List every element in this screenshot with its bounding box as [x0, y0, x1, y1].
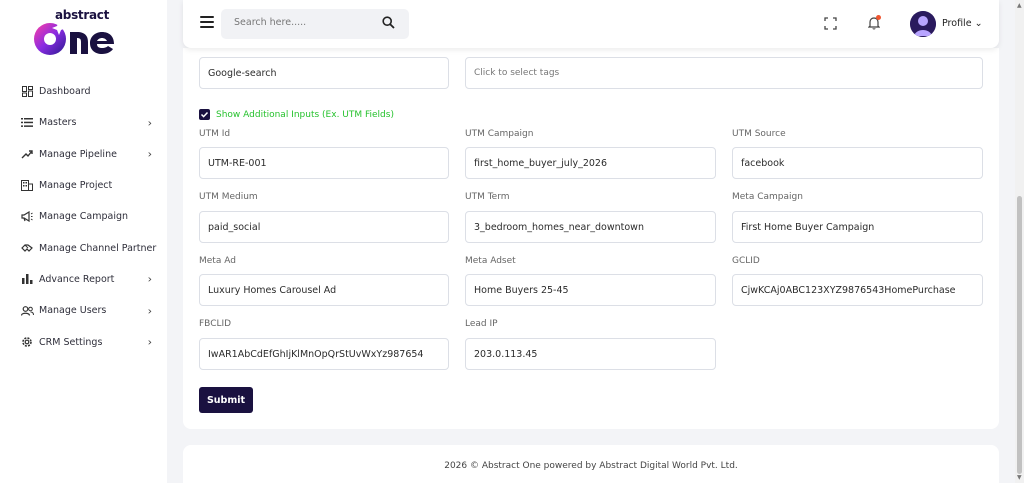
sidebar: abstract Dashboard Masters › Manage Pipe… — [0, 0, 167, 483]
sidebar-item-manage-users[interactable]: Manage Users › — [0, 295, 167, 326]
bar-chart-icon — [20, 273, 34, 285]
utm-medium-value: paid_social — [208, 221, 261, 233]
utm-campaign-field[interactable]: first_home_buyer_july_2026 — [465, 147, 716, 179]
utm-medium-field[interactable]: paid_social — [199, 211, 449, 243]
scrollbar-thumb[interactable] — [1017, 196, 1022, 474]
footer-copyright: 2026 © Abstract One powered by Abstract … — [444, 461, 738, 471]
notification-bell-icon[interactable] — [867, 15, 881, 33]
submit-button[interactable]: Submit — [199, 387, 253, 413]
notification-dot — [876, 15, 881, 20]
utm-campaign-label: UTM Campaign — [465, 129, 534, 139]
chevron-right-icon: › — [147, 304, 152, 318]
gear-icon — [20, 336, 34, 348]
sidebar-item-crm-settings[interactable]: CRM Settings › — [0, 326, 167, 357]
sidebar-item-label: CRM Settings — [39, 336, 103, 348]
tags-select[interactable]: Click to select tags — [465, 57, 983, 89]
meta-adset-value: Home Buyers 25-45 — [474, 284, 569, 296]
handshake-icon — [20, 242, 34, 254]
meta-adset-field[interactable]: Home Buyers 25-45 — [465, 274, 716, 306]
utm-source-label: UTM Source — [732, 129, 786, 139]
meta-campaign-label: Meta Campaign — [732, 192, 803, 202]
scroll-up-arrow-icon[interactable]: ▲ — [1017, 2, 1022, 9]
fullscreen-icon[interactable] — [824, 17, 837, 33]
show-additional-inputs-checkbox[interactable] — [199, 109, 210, 120]
sidebar-item-label: Dashboard — [39, 86, 91, 98]
brand-logo[interactable]: abstract — [30, 8, 136, 60]
avatar[interactable] — [910, 11, 936, 37]
lead-ip-field[interactable]: 203.0.113.45 — [465, 338, 716, 370]
pipeline-icon — [20, 148, 34, 160]
sidebar-item-label: Masters — [39, 117, 77, 129]
utm-campaign-value: first_home_buyer_july_2026 — [474, 157, 608, 169]
gclid-label: GCLID — [732, 256, 760, 266]
utm-term-field[interactable]: 3_bedroom_homes_near_downtown — [465, 211, 716, 243]
source-value: Google-search — [208, 67, 277, 79]
brand-logo-mark — [34, 21, 114, 55]
utm-id-value: UTM-RE-001 — [208, 157, 267, 169]
sidebar-item-label: Advance Report — [39, 273, 115, 285]
meta-campaign-field[interactable]: First Home Buyer Campaign — [732, 211, 983, 243]
megaphone-icon — [20, 211, 34, 223]
utm-source-field[interactable]: facebook — [732, 147, 983, 179]
page-scrollbar[interactable]: ▲ ▼ — [1015, 0, 1024, 483]
utm-term-value: 3_bedroom_homes_near_downtown — [474, 221, 644, 233]
sidebar-item-label: Manage Channel Partner — [39, 242, 157, 254]
scroll-down-arrow-icon[interactable]: ▼ — [1017, 474, 1022, 481]
sidebar-item-manage-channel-partner[interactable]: Manage Channel Partner — [0, 232, 167, 263]
sidebar-item-dashboard[interactable]: Dashboard — [0, 76, 167, 107]
users-icon — [20, 305, 34, 317]
sidebar-item-label: Manage Project — [39, 180, 113, 192]
fbclid-label: FBCLID — [199, 319, 232, 329]
search-box — [221, 9, 409, 39]
search-input[interactable] — [234, 17, 374, 28]
meta-ad-field[interactable]: Luxury Homes Carousel Ad — [199, 274, 449, 306]
chevron-right-icon: › — [147, 272, 152, 286]
source-field[interactable]: Google-search — [199, 57, 449, 89]
lead-form-card: Google-search Click to select tags Show … — [183, 48, 999, 429]
lead-ip-label: Lead IP — [465, 319, 498, 329]
sidebar-item-advance-report[interactable]: Advance Report › — [0, 264, 167, 295]
meta-adset-label: Meta Adset — [465, 256, 516, 266]
sidebar-item-manage-campaign[interactable]: Manage Campaign — [0, 201, 167, 232]
sidebar-item-label: Manage Pipeline — [39, 148, 117, 160]
building-icon — [20, 180, 34, 192]
chevron-right-icon: › — [147, 116, 152, 130]
top-bar: Profile ⌄ — [183, 0, 999, 48]
list-icon — [20, 117, 34, 129]
utm-term-label: UTM Term — [465, 192, 510, 202]
search-icon[interactable] — [382, 16, 395, 32]
meta-ad-value: Luxury Homes Carousel Ad — [208, 284, 337, 296]
profile-label: Profile — [942, 18, 972, 29]
sidebar-item-label: Manage Campaign — [39, 211, 129, 223]
dashboard-icon — [20, 86, 34, 98]
meta-campaign-value: First Home Buyer Campaign — [741, 221, 875, 233]
utm-medium-label: UTM Medium — [199, 192, 258, 202]
gclid-value: CjwKCAj0ABC123XYZ9876543HomePurchase — [741, 284, 956, 296]
fbclid-field[interactable]: IwAR1AbCdEfGhIjKlMnOpQrStUvWxYz987654 — [199, 338, 449, 370]
footer: 2026 © Abstract One powered by Abstract … — [183, 445, 999, 483]
fbclid-value: IwAR1AbCdEfGhIjKlMnOpQrStUvWxYz987654 — [208, 348, 424, 360]
lead-ip-value: 203.0.113.45 — [474, 348, 538, 360]
gclid-field[interactable]: CjwKCAj0ABC123XYZ9876543HomePurchase — [732, 274, 983, 306]
meta-ad-label: Meta Ad — [199, 256, 236, 266]
chevron-down-icon: ⌄ — [974, 18, 983, 29]
sidebar-nav: Dashboard Masters › Manage Pipeline › Ma… — [0, 76, 167, 358]
sidebar-item-manage-project[interactable]: Manage Project — [0, 170, 167, 201]
sidebar-item-label: Manage Users — [39, 305, 107, 317]
utm-source-value: facebook — [741, 157, 785, 169]
profile-menu[interactable]: Profile ⌄ — [942, 18, 983, 29]
chevron-right-icon: › — [147, 335, 152, 349]
hamburger-menu-icon[interactable] — [200, 16, 214, 28]
tags-placeholder: Click to select tags — [474, 68, 560, 78]
sidebar-item-masters[interactable]: Masters › — [0, 107, 167, 138]
utm-id-field[interactable]: UTM-RE-001 — [199, 147, 449, 179]
sidebar-item-manage-pipeline[interactable]: Manage Pipeline › — [0, 139, 167, 170]
chevron-right-icon: › — [147, 147, 152, 161]
utm-id-label: UTM Id — [199, 129, 231, 139]
show-additional-inputs-label[interactable]: Show Additional Inputs (Ex. UTM Fields) — [216, 110, 394, 120]
